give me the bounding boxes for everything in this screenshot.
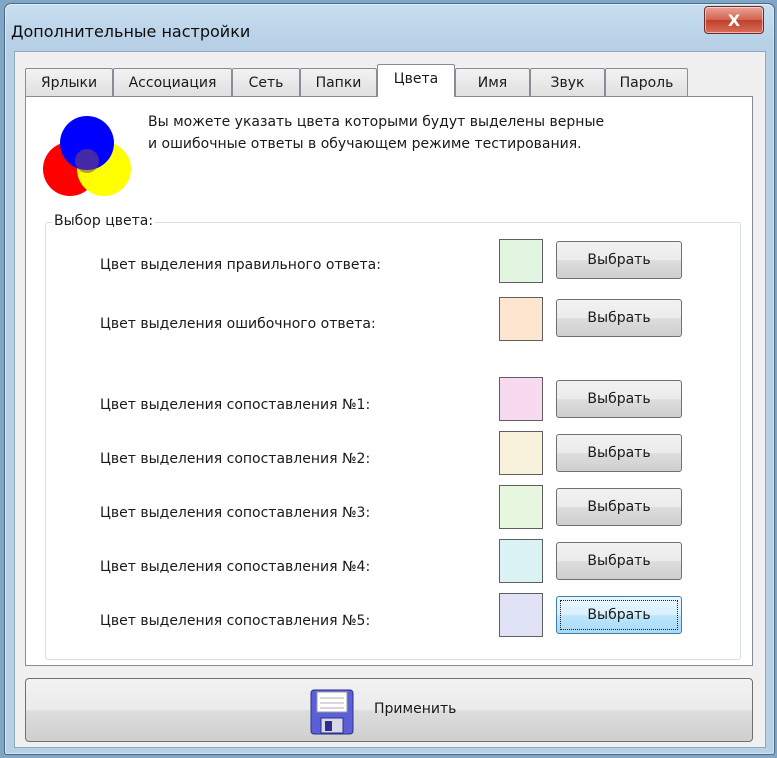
description-text: Вы можете указать цвета которыми будут в…: [148, 111, 728, 155]
match2-color-swatch: [499, 431, 543, 475]
wrong-answer-color-label: Цвет выделения ошибочного ответа:: [100, 316, 376, 332]
choose-match1-color-button[interactable]: Выбрать: [556, 380, 682, 418]
match1-color-swatch: [499, 377, 543, 421]
tab-association[interactable]: Ассоциация: [113, 68, 232, 96]
tab-sound[interactable]: Звук: [530, 68, 605, 96]
wrong-answer-color-swatch: [499, 297, 543, 341]
match5-color-swatch: [499, 593, 543, 637]
apply-button[interactable]: Применить: [25, 678, 753, 742]
tab-name[interactable]: Имя: [455, 68, 530, 96]
choose-match4-color-button[interactable]: Выбрать: [556, 542, 682, 580]
description-line: и ошибочные ответы в обучающем режиме те…: [148, 136, 582, 152]
window-title: Дополнительные настройки: [11, 22, 251, 41]
match4-color-swatch: [499, 539, 543, 583]
correct-answer-color-swatch: [499, 239, 543, 283]
match1-color-label: Цвет выделения сопоставления №1:: [100, 397, 371, 413]
match3-color-label: Цвет выделения сопоставления №3:: [100, 505, 371, 521]
close-button[interactable]: X: [704, 6, 764, 34]
match2-color-label: Цвет выделения сопоставления №2:: [100, 451, 371, 467]
color-choice-group: Выбор цвета: Цвет выделения правильного …: [45, 213, 741, 660]
dialog-client-area: Ярлыки Ассоциация Сеть Папки Цвета Имя З…: [14, 51, 766, 748]
tab-folders[interactable]: Папки: [300, 68, 377, 96]
tab-password[interactable]: Пароль: [605, 68, 688, 96]
choose-correct-color-button[interactable]: Выбрать: [556, 241, 682, 279]
tab-colors[interactable]: Цвета: [377, 64, 455, 97]
choose-match3-color-button[interactable]: Выбрать: [556, 488, 682, 526]
rgb-color-circles-icon: [43, 116, 131, 196]
match5-color-label: Цвет выделения сопоставления №5:: [100, 613, 371, 629]
colors-tab-page: Вы можете указать цвета которыми будут в…: [25, 96, 753, 666]
choose-match2-color-button[interactable]: Выбрать: [556, 434, 682, 472]
tab-shortcuts[interactable]: Ярлыки: [25, 68, 113, 96]
settings-window: Дополнительные настройки X Ярлыки Ассоци…: [4, 3, 775, 755]
choose-match5-color-button[interactable]: Выбрать: [556, 596, 682, 634]
match3-color-swatch: [499, 485, 543, 529]
group-title: Выбор цвета:: [52, 213, 156, 229]
description-line: Вы можете указать цвета которыми будут в…: [148, 114, 605, 130]
floppy-disk-icon: [310, 689, 354, 735]
apply-label: Применить: [374, 701, 457, 717]
choose-wrong-color-button[interactable]: Выбрать: [556, 299, 682, 337]
match4-color-label: Цвет выделения сопоставления №4:: [100, 559, 371, 575]
correct-answer-color-label: Цвет выделения правильного ответа:: [100, 257, 381, 273]
tab-network[interactable]: Сеть: [232, 68, 300, 96]
